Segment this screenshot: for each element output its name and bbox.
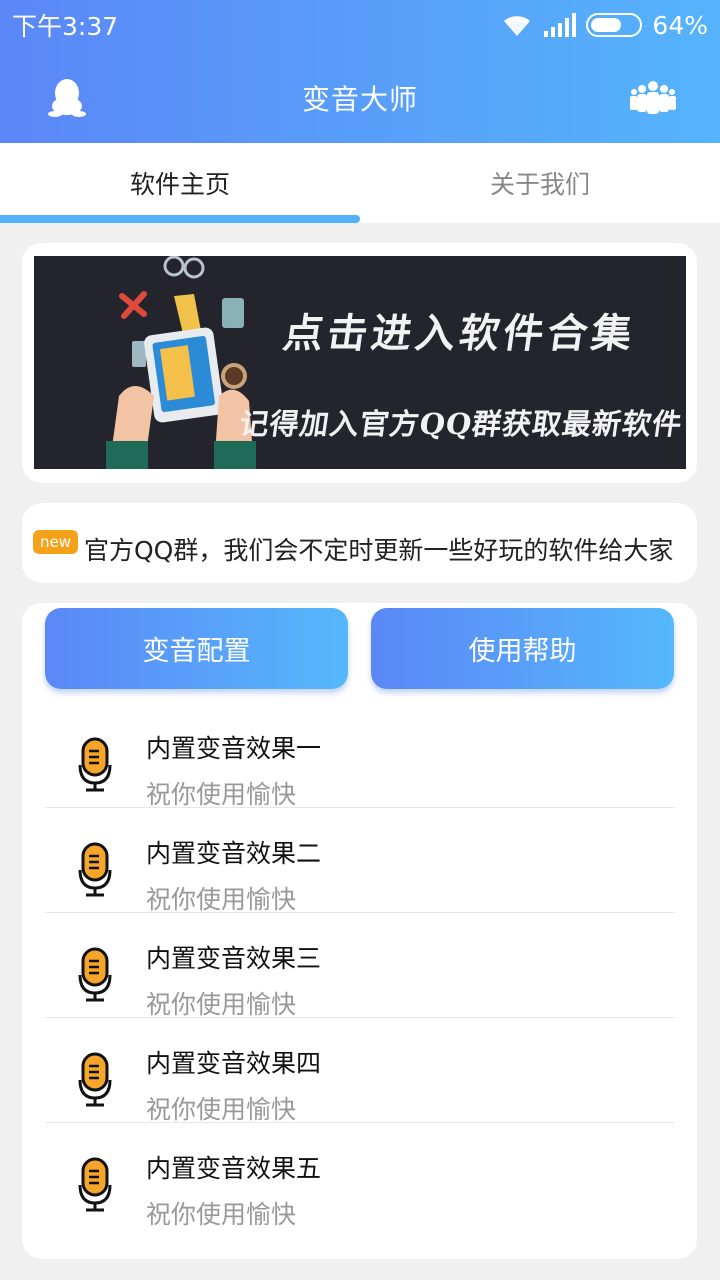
list-item[interactable]: 内置变音效果四 祝你使用愉快: [45, 1018, 675, 1124]
tablet-illustration: [106, 256, 256, 469]
effect-subtitle: 祝你使用愉快: [146, 1095, 297, 1124]
voice-config-button[interactable]: 变音配置: [45, 608, 348, 689]
effect-title: 内置变音效果三: [146, 944, 322, 973]
tab-bar: 软件主页 关于我们: [0, 143, 720, 223]
effect-subtitle: 祝你使用愉快: [146, 780, 297, 809]
battery-icon: [586, 13, 643, 37]
tab-label: 关于我们: [489, 170, 590, 199]
tab-about[interactable]: 关于我们: [360, 143, 720, 223]
microphone-icon: [78, 842, 112, 897]
banner-headline: 点击进入软件合集: [280, 310, 639, 357]
tab-indicator: [0, 215, 360, 223]
effect-list: 内置变音效果一 祝你使用愉快 内置变音效果二 祝你使用愉快 内置变音效果三 祝你…: [45, 703, 675, 1229]
group-icon[interactable]: [630, 78, 676, 116]
banner-card: 点击进入软件合集 记得加入官方QQ群获取最新软件: [22, 243, 697, 483]
effect-subtitle: 祝你使用愉快: [146, 885, 297, 914]
microphone-icon: [78, 737, 112, 792]
banner-subline: 记得加入官方QQ群获取最新软件: [237, 407, 685, 441]
effect-subtitle: 祝你使用愉快: [146, 1200, 297, 1229]
battery-percent: 64%: [652, 10, 708, 40]
app-header: 下午3:37 64% 变音大师: [0, 0, 720, 143]
microphone-icon: [78, 947, 112, 1002]
notice-text: 官方QQ群，我们会不定时更新一些好玩的软件给大家: [84, 536, 674, 565]
signal-icon: [544, 13, 577, 37]
qq-penguin-icon[interactable]: [46, 76, 88, 118]
list-item[interactable]: 内置变音效果五 祝你使用愉快: [45, 1123, 675, 1229]
list-item[interactable]: 内置变音效果二 祝你使用愉快: [45, 808, 675, 914]
effect-title: 内置变音效果四: [146, 1049, 322, 1078]
status-bar: 下午3:37 64%: [0, 0, 720, 50]
battery-fill: [591, 18, 621, 32]
title-bar: 变音大师: [0, 60, 720, 136]
new-badge: new: [33, 530, 78, 554]
tab-label: 软件主页: [129, 170, 230, 199]
main-card: 变音配置 使用帮助 内置变音效果一 祝你使用愉快 内置变音效果二 祝你使用愉快: [22, 603, 697, 1259]
tab-home[interactable]: 软件主页: [0, 143, 360, 223]
microphone-icon: [78, 1052, 112, 1107]
effect-title: 内置变音效果一: [146, 734, 322, 763]
notice-marquee: new 官方QQ群，我们会不定时更新一些好玩的软件给大家: [22, 503, 697, 583]
app-title: 变音大师: [301, 83, 418, 116]
help-button[interactable]: 使用帮助: [371, 608, 674, 689]
effect-subtitle: 祝你使用愉快: [146, 990, 297, 1019]
list-item[interactable]: 内置变音效果三 祝你使用愉快: [45, 913, 675, 1019]
effect-title: 内置变音效果二: [146, 839, 322, 868]
wifi-icon: [504, 16, 531, 36]
status-icons: 64%: [500, 11, 708, 40]
status-time: 下午3:37: [12, 12, 119, 41]
effect-title: 内置变音效果五: [146, 1154, 322, 1183]
software-collection-banner[interactable]: 点击进入软件合集 记得加入官方QQ群获取最新软件: [34, 256, 686, 469]
list-item[interactable]: 内置变音效果一 祝你使用愉快: [45, 703, 675, 809]
microphone-icon: [78, 1157, 112, 1212]
